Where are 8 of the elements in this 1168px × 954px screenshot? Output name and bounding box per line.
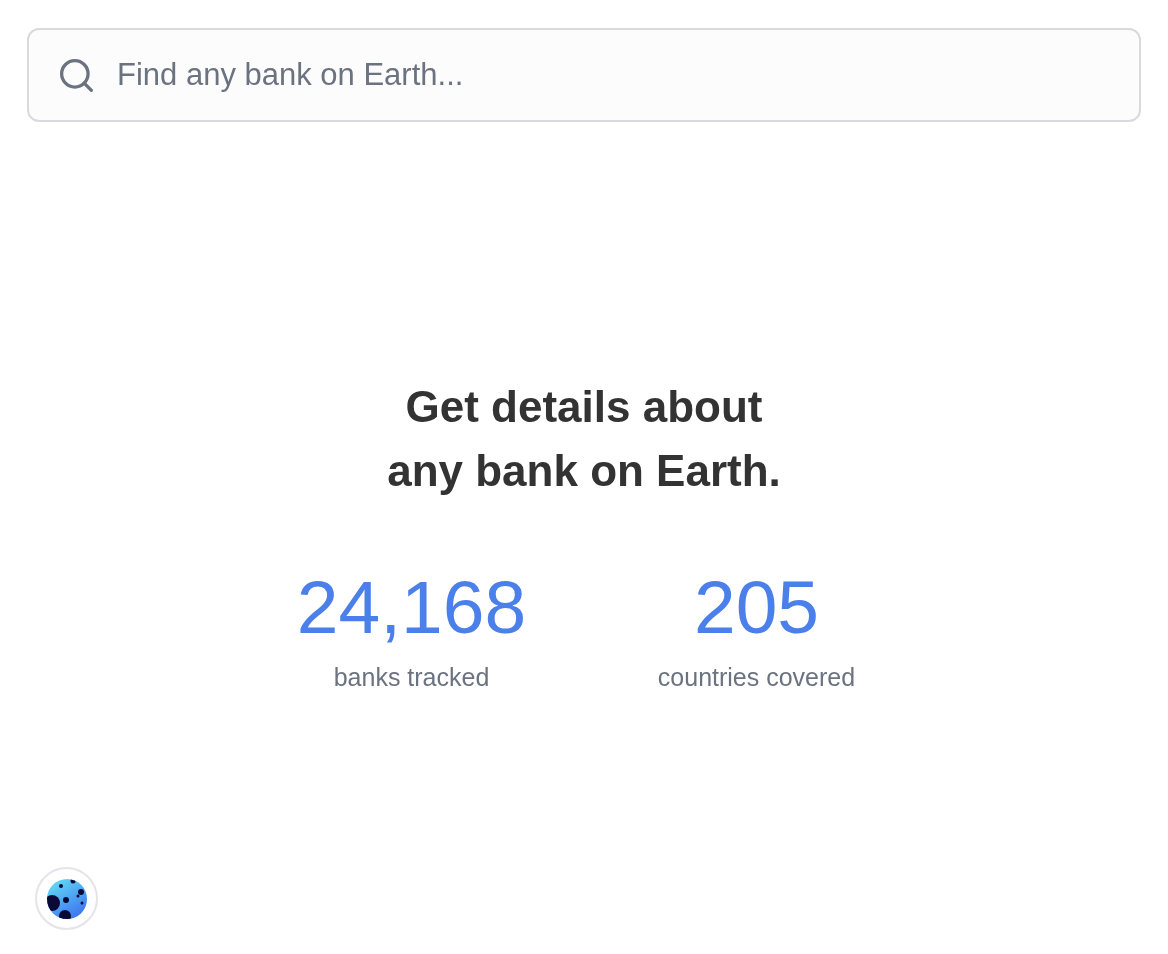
stat-label: countries covered [657,662,856,692]
planet-icon [46,878,87,919]
stat-value: 205 [693,570,820,645]
search-field[interactable]: Find any bank on Earth... [27,28,1141,122]
hero-heading: Get details about any bank on Earth. [387,381,781,497]
stat-value: 24,168 [296,570,527,645]
stat-label: banks tracked [333,662,490,692]
search-icon [60,59,93,92]
